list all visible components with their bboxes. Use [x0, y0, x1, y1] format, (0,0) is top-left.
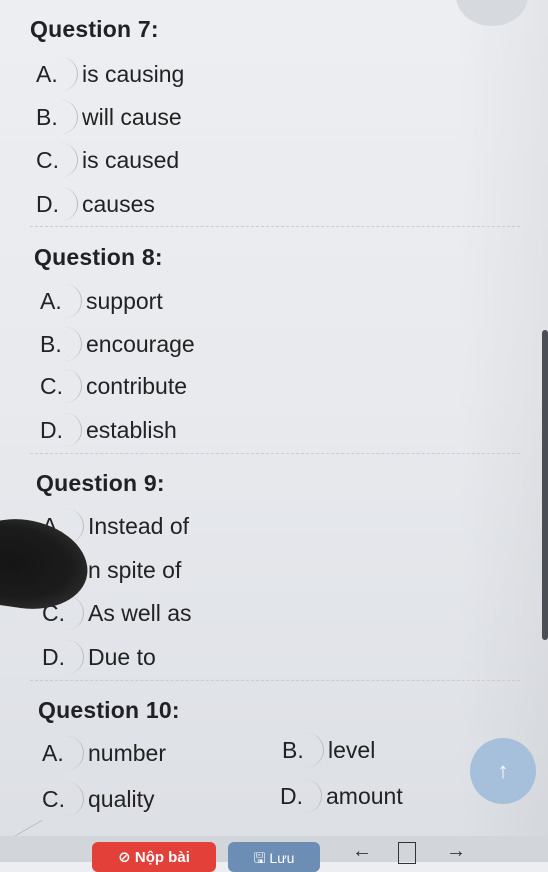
scrollbar[interactable]: [542, 330, 548, 640]
right-shade: [458, 0, 548, 862]
option-text: causes: [82, 190, 155, 217]
question-9-option-d[interactable]: D. Due to: [42, 640, 156, 674]
option-letter: B.: [282, 733, 324, 767]
option-letter: C.: [40, 369, 82, 403]
option-letter: A.: [36, 57, 78, 91]
option-letter: C.: [36, 143, 78, 177]
option-text: n spite of: [88, 556, 182, 583]
option-text: is caused: [82, 146, 180, 173]
option-letter: B.: [36, 100, 78, 134]
question-10-option-d[interactable]: D. amount: [280, 779, 403, 813]
question-8-title: Question 8:: [34, 244, 163, 270]
question-9-title: Question 9:: [36, 470, 165, 496]
divider: [30, 453, 520, 454]
option-text: quality: [88, 785, 155, 812]
divider: [30, 680, 520, 681]
question-7-option-b[interactable]: B. will cause: [36, 100, 182, 134]
option-text: is causing: [82, 60, 185, 87]
option-text: contribute: [86, 372, 188, 399]
question-7-option-a[interactable]: A. is causing: [36, 57, 184, 91]
question-8-option-a[interactable]: A. support: [40, 284, 163, 318]
option-text: level: [328, 736, 376, 763]
option-letter: D.: [280, 779, 322, 813]
option-letter: A.: [42, 736, 84, 770]
question-10-title: Question 10:: [38, 697, 180, 723]
option-text: As well as: [88, 599, 192, 626]
divider: [30, 226, 520, 227]
option-letter: D.: [42, 640, 84, 674]
question-8-option-d[interactable]: D. establish: [40, 413, 177, 447]
arrow-up-icon: ↑: [497, 758, 509, 783]
option-letter: B.: [40, 327, 82, 361]
page-indicator[interactable]: [398, 842, 416, 864]
question-10-option-b[interactable]: B. level: [282, 733, 375, 767]
question-8-option-b[interactable]: B. encourage: [40, 327, 195, 361]
option-letter: C.: [42, 782, 84, 816]
arrow-left-icon[interactable]: ←: [352, 840, 372, 863]
option-text: Due to: [88, 643, 156, 670]
option-text: Instead of: [88, 512, 190, 539]
save-button[interactable]: 🖫 Lưu: [228, 842, 320, 872]
option-letter: A.: [40, 284, 82, 318]
question-8-option-c[interactable]: C. contribute: [40, 369, 187, 403]
question-10-option-c[interactable]: C. quality: [42, 782, 154, 816]
option-text: number: [88, 739, 166, 766]
option-text: support: [86, 287, 163, 314]
option-letter: D.: [40, 413, 82, 447]
submit-button[interactable]: ⊘ Nộp bài: [92, 842, 216, 872]
option-text: amount: [326, 782, 403, 809]
option-text: establish: [86, 416, 177, 443]
question-10-option-a[interactable]: A. number: [42, 736, 166, 770]
arrow-right-icon[interactable]: →: [446, 840, 466, 863]
option-text: encourage: [86, 330, 195, 357]
option-text: will cause: [82, 103, 182, 130]
question-7-title: Question 7:: [30, 16, 159, 42]
option-letter: D.: [36, 187, 78, 221]
question-7-option-c[interactable]: C. is caused: [36, 143, 179, 177]
scroll-to-top-button[interactable]: ↑: [470, 738, 536, 804]
top-corner-button[interactable]: [456, 0, 528, 26]
question-7-option-d[interactable]: D. causes: [36, 187, 155, 221]
